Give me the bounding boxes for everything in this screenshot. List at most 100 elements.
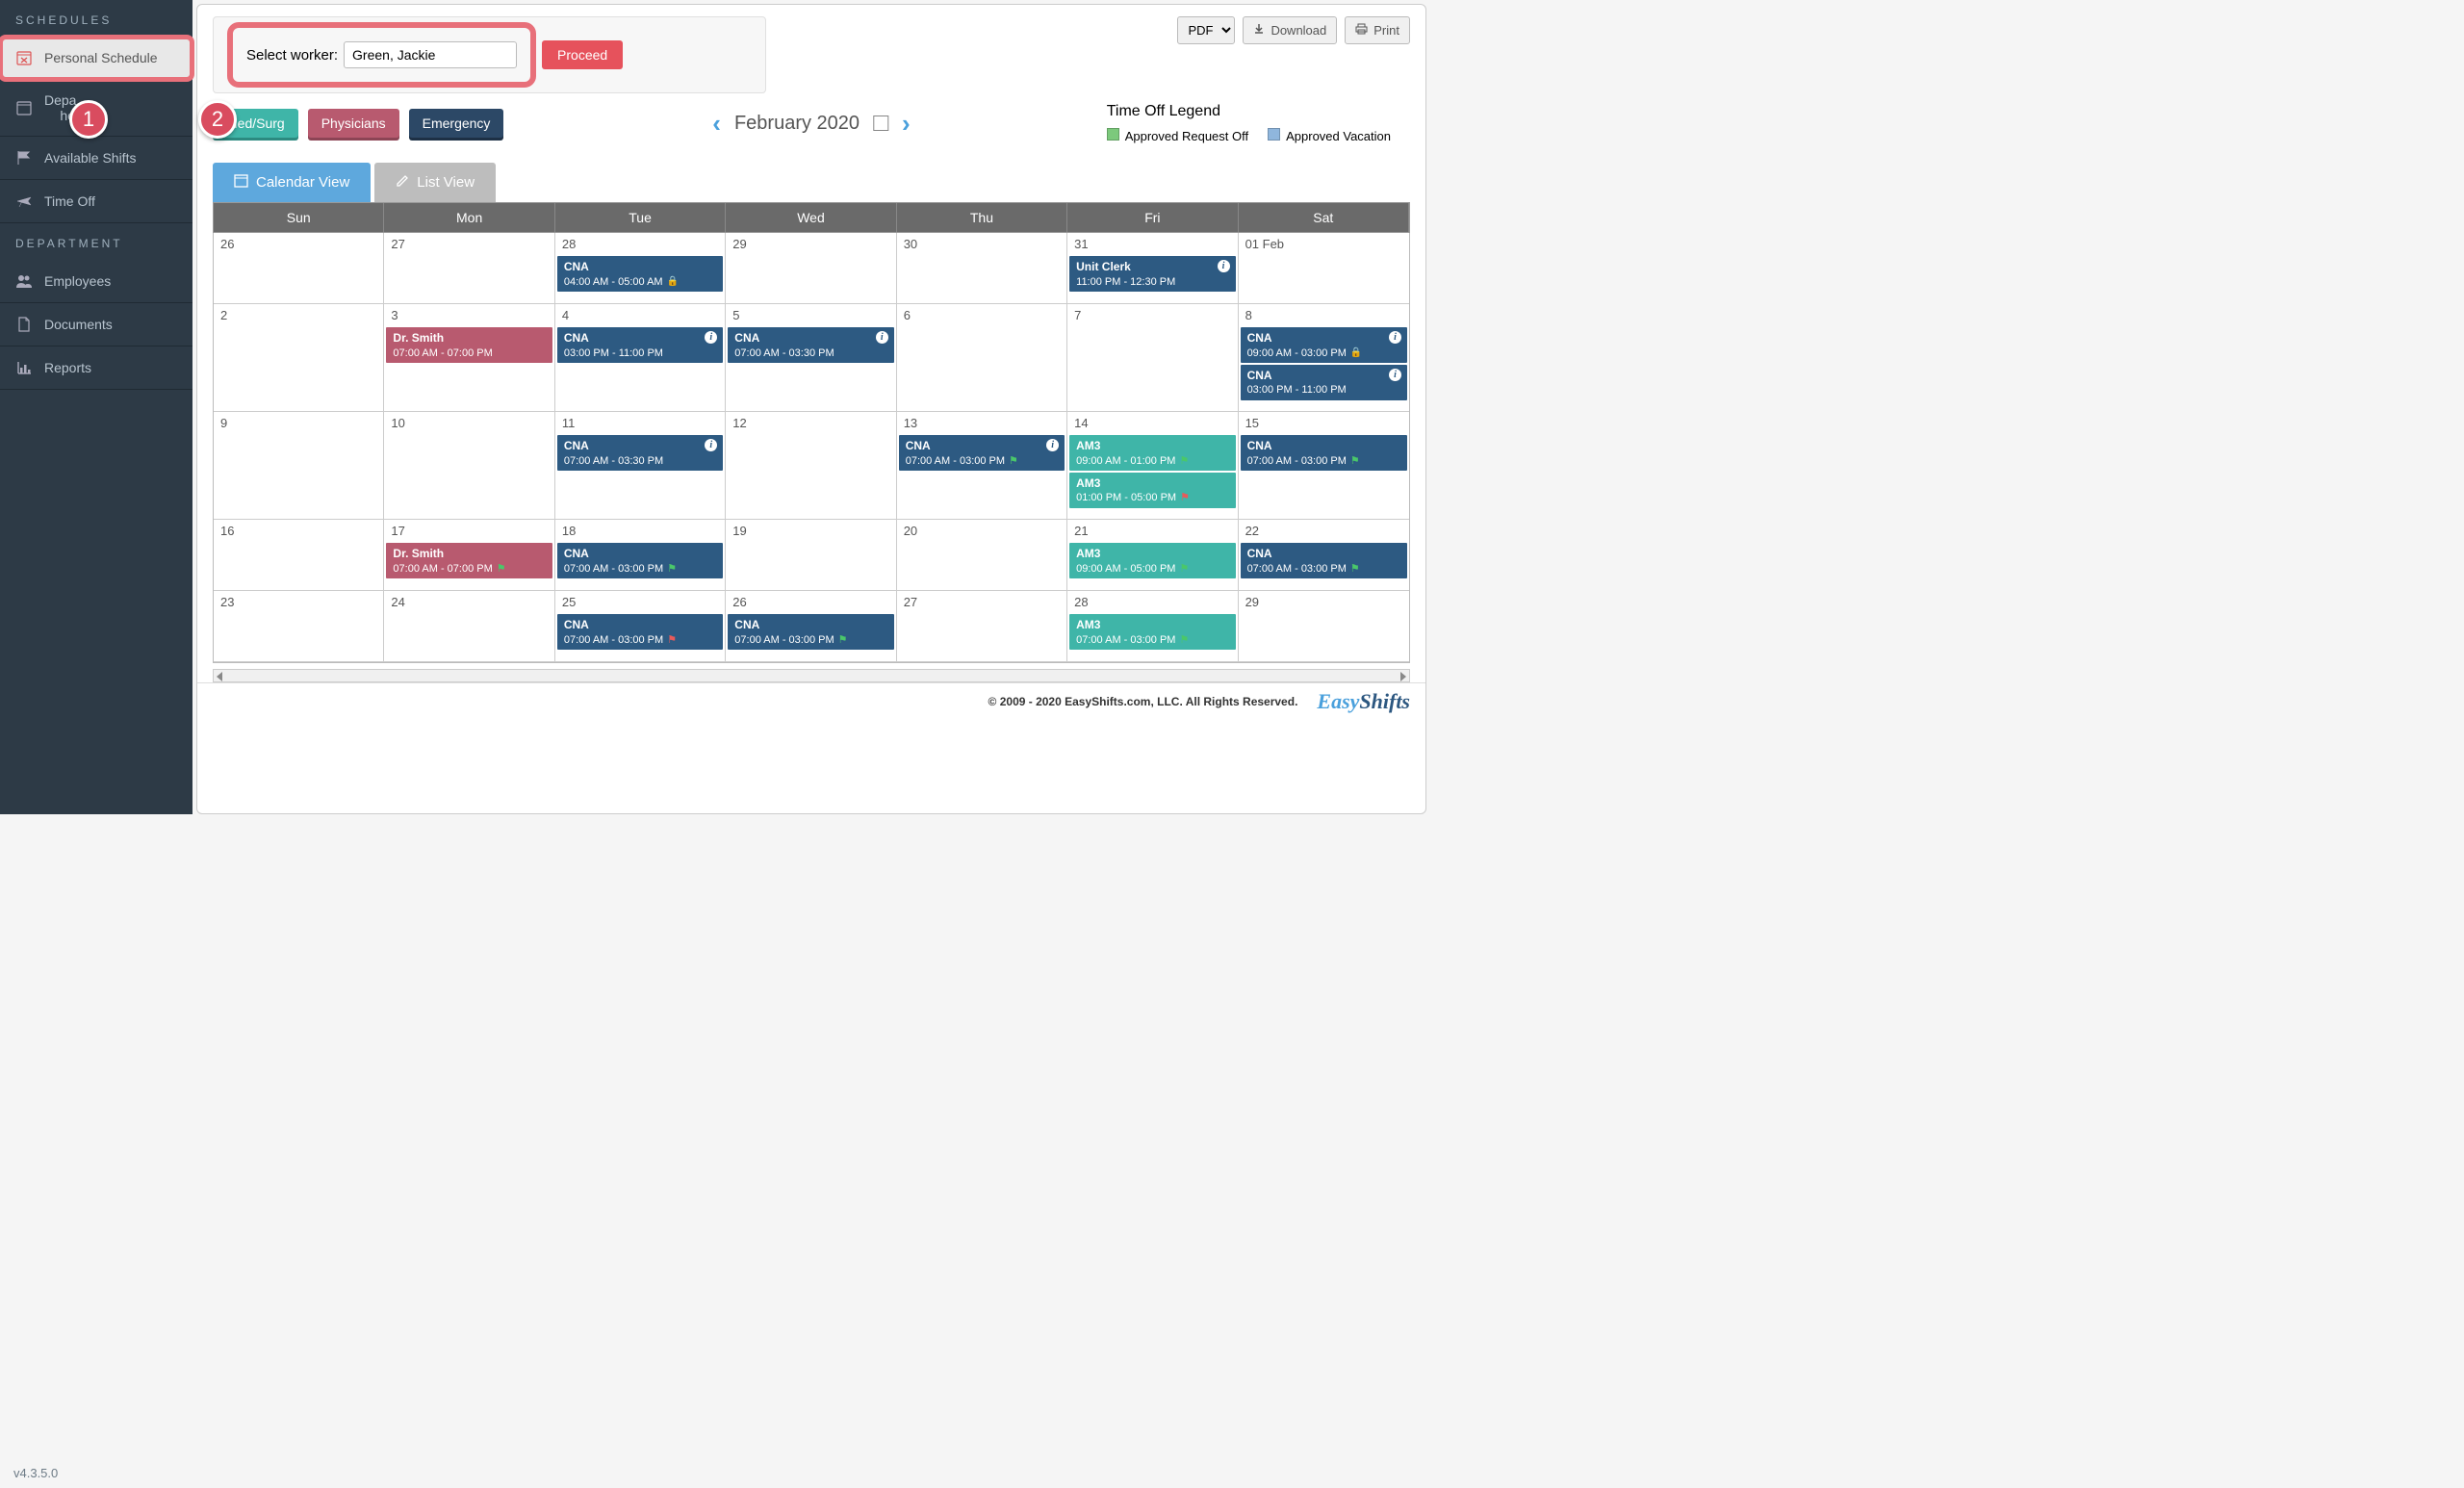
cal-cell[interactable]: 8 iCNA09:00 AM - 03:00 PM🔒 iCNA03:00 PM …: [1239, 304, 1409, 412]
cal-cell[interactable]: 18 CNA07:00 AM - 03:00 PM⚑: [555, 520, 726, 591]
cal-cell[interactable]: 29: [726, 233, 896, 304]
flag-icon: ⚑: [1179, 633, 1189, 647]
calendar-picker-icon[interactable]: [873, 115, 888, 131]
cal-cell[interactable]: 20: [897, 520, 1067, 591]
shift-block[interactable]: iCNA07:00 AM - 03:00 PM⚑: [899, 435, 1065, 471]
print-button[interactable]: Print: [1345, 16, 1410, 44]
cal-cell[interactable]: 17 Dr. Smith07:00 AM - 07:00 PM⚑: [384, 520, 554, 591]
cal-cell[interactable]: 12: [726, 412, 896, 520]
cal-cell[interactable]: 29: [1239, 591, 1409, 662]
horizontal-scrollbar[interactable]: [213, 669, 1410, 682]
tag-physicians[interactable]: Physicians: [308, 109, 399, 138]
sidebar-item-label: Documents: [44, 317, 113, 332]
cal-cell[interactable]: 23: [214, 591, 384, 662]
cal-cell[interactable]: 10: [384, 412, 554, 520]
shift-block[interactable]: iCNA03:00 PM - 11:00 PM: [1241, 365, 1407, 400]
calendar-grid: Sun Mon Tue Wed Thu Fri Sat 26 27 28 CNA…: [213, 202, 1410, 663]
cal-cell[interactable]: 14 AM309:00 AM - 01:00 PM⚑ AM301:00 PM -…: [1067, 412, 1238, 520]
info-icon[interactable]: i: [1389, 369, 1401, 381]
cal-cell[interactable]: 28 AM307:00 AM - 03:00 PM⚑: [1067, 591, 1238, 662]
sidebar-section-department: DEPARTMENT: [0, 223, 192, 260]
sidebar-item-available-shifts[interactable]: Available Shifts: [0, 137, 192, 180]
calendar-x-icon: [15, 49, 33, 66]
flag-icon: ⚑: [1180, 491, 1190, 504]
sidebar-section-schedules: SCHEDULES: [0, 0, 192, 37]
cal-cell[interactable]: 16: [214, 520, 384, 591]
sidebar-item-time-off[interactable]: Time Off: [0, 180, 192, 223]
sidebar-item-reports[interactable]: Reports: [0, 346, 192, 390]
cal-cell[interactable]: 25 CNA07:00 AM - 03:00 PM⚑: [555, 591, 726, 662]
tab-list-view[interactable]: List View: [374, 163, 496, 202]
shift-block[interactable]: AM307:00 AM - 03:00 PM⚑: [1069, 614, 1235, 650]
cal-cell[interactable]: 26 CNA07:00 AM - 03:00 PM⚑: [726, 591, 896, 662]
flag-icon: ⚑: [667, 562, 677, 576]
sidebar-item-documents[interactable]: Documents: [0, 303, 192, 346]
export-format-select[interactable]: PDF: [1177, 16, 1235, 44]
shift-block[interactable]: iCNA09:00 AM - 03:00 PM🔒: [1241, 327, 1407, 363]
shift-block[interactable]: iCNA07:00 AM - 03:30 PM: [557, 435, 723, 471]
shift-block[interactable]: CNA07:00 AM - 03:00 PM⚑: [557, 543, 723, 578]
info-icon[interactable]: i: [876, 331, 888, 344]
shift-block[interactable]: CNA07:00 AM - 03:00 PM⚑: [557, 614, 723, 650]
shift-block[interactable]: CNA07:00 AM - 03:00 PM⚑: [1241, 543, 1407, 578]
cal-cell[interactable]: 26: [214, 233, 384, 304]
easyshifts-logo: EasyShifts: [1317, 689, 1410, 714]
main-content: Select worker: Proceed PDF Download: [196, 4, 1426, 814]
cal-cell[interactable]: 2: [214, 304, 384, 412]
cal-cell[interactable]: 30: [897, 233, 1067, 304]
sidebar-item-label: Available Shifts: [44, 150, 136, 166]
cal-cell[interactable]: 5 iCNA07:00 AM - 03:30 PM: [726, 304, 896, 412]
cal-cell[interactable]: 27: [897, 591, 1067, 662]
download-button[interactable]: Download: [1243, 16, 1337, 44]
cal-cell[interactable]: 15 CNA07:00 AM - 03:00 PM⚑: [1239, 412, 1409, 520]
download-icon: [1253, 23, 1265, 38]
cal-cell[interactable]: 13 iCNA07:00 AM - 03:00 PM⚑: [897, 412, 1067, 520]
cal-cell[interactable]: 11 iCNA07:00 AM - 03:30 PM: [555, 412, 726, 520]
legend-approved-off: Approved Request Off: [1107, 128, 1248, 143]
next-month-button[interactable]: ›: [902, 109, 911, 139]
shift-block[interactable]: Dr. Smith07:00 AM - 07:00 PM⚑: [386, 543, 552, 578]
version-label: v4.3.5.0: [13, 1466, 58, 1480]
sidebar-item-employees[interactable]: Employees: [0, 260, 192, 303]
cal-cell[interactable]: 24: [384, 591, 554, 662]
worker-label: Select worker:: [246, 47, 338, 64]
cal-cell[interactable]: 7: [1067, 304, 1238, 412]
cal-cell[interactable]: 6: [897, 304, 1067, 412]
flag-icon: ⚑: [1179, 454, 1189, 468]
month-navigation: ‹ February 2020 ›: [712, 109, 910, 139]
shift-block[interactable]: CNA07:00 AM - 03:00 PM⚑: [1241, 435, 1407, 471]
flag-icon: ⚑: [1009, 454, 1018, 468]
shift-block[interactable]: iCNA03:00 PM - 11:00 PM: [557, 327, 723, 363]
shift-block[interactable]: AM309:00 AM - 05:00 PM⚑: [1069, 543, 1235, 578]
shift-block[interactable]: iUnit Clerk11:00 PM - 12:30 PM: [1069, 256, 1235, 292]
info-icon[interactable]: i: [1389, 331, 1401, 344]
proceed-button[interactable]: Proceed: [542, 40, 623, 69]
info-icon[interactable]: i: [1218, 260, 1230, 272]
prev-month-button[interactable]: ‹: [712, 109, 721, 139]
shift-block[interactable]: iCNA07:00 AM - 03:30 PM: [728, 327, 893, 363]
cal-cell[interactable]: 9: [214, 412, 384, 520]
cal-cell[interactable]: 28 CNA04:00 AM - 05:00 AM🔒: [555, 233, 726, 304]
sidebar-item-personal-schedule[interactable]: Personal Schedule: [0, 37, 192, 80]
lock-icon: 🔒: [667, 275, 679, 288]
cal-cell[interactable]: 27: [384, 233, 554, 304]
cal-cell[interactable]: 31 iUnit Clerk11:00 PM - 12:30 PM: [1067, 233, 1238, 304]
annotation-1: 1: [69, 100, 108, 139]
cal-cell[interactable]: 3 Dr. Smith07:00 AM - 07:00 PM: [384, 304, 554, 412]
cal-cell[interactable]: 19: [726, 520, 896, 591]
tag-emergency[interactable]: Emergency: [409, 109, 504, 138]
shift-block[interactable]: AM301:00 PM - 05:00 PM⚑: [1069, 473, 1235, 508]
shift-block[interactable]: CNA07:00 AM - 03:00 PM⚑: [728, 614, 893, 650]
cal-cell[interactable]: 21 AM309:00 AM - 05:00 PM⚑: [1067, 520, 1238, 591]
cal-cell[interactable]: 22 CNA07:00 AM - 03:00 PM⚑: [1239, 520, 1409, 591]
legend: Time Off Legend Approved Request Off App…: [1107, 103, 1410, 143]
worker-input[interactable]: [344, 41, 517, 68]
shift-block[interactable]: AM309:00 AM - 01:00 PM⚑: [1069, 435, 1235, 471]
cal-cell[interactable]: 01 Feb: [1239, 233, 1409, 304]
day-header: Sun: [214, 203, 384, 232]
shift-block[interactable]: CNA04:00 AM - 05:00 AM🔒: [557, 256, 723, 292]
shift-block[interactable]: Dr. Smith07:00 AM - 07:00 PM: [386, 327, 552, 363]
tab-calendar-view[interactable]: Calendar View: [213, 163, 371, 202]
cal-cell[interactable]: 4 iCNA03:00 PM - 11:00 PM: [555, 304, 726, 412]
day-header: Wed: [726, 203, 896, 232]
